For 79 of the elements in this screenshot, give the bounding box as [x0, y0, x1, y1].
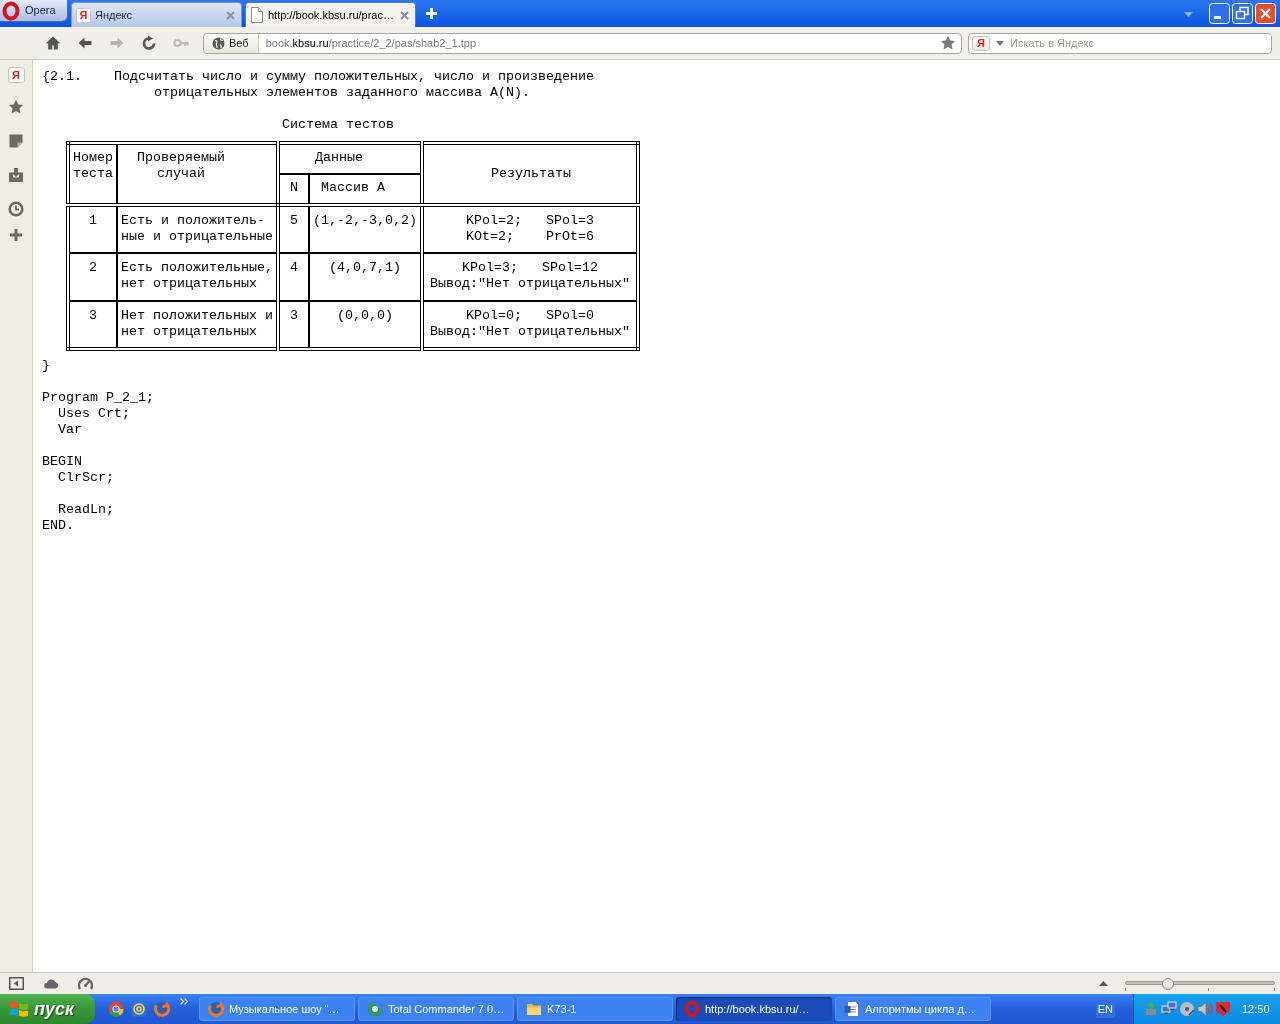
column-header: N — [278, 174, 309, 205]
document-icon — [844, 1001, 860, 1017]
column-header: Номер теста — [68, 143, 117, 205]
url-field[interactable]: book.kbsu.ru/practice/2_2/pas/shab2_1.tpp — [265, 34, 940, 52]
logo-badge[interactable]: Я — [7, 67, 25, 83]
table-cell: 4 — [278, 253, 309, 301]
closing-brace: } — [42, 358, 50, 374]
column-header: Данные — [278, 143, 422, 174]
code-line: END. — [42, 518, 74, 534]
flag-icon — [9, 999, 29, 1019]
table-title: Система тестов — [281, 117, 394, 133]
minimize-icon[interactable] — [1209, 3, 1230, 24]
column-header: Проверяемый случай — [117, 143, 278, 205]
web-mode-button[interactable]: Веб — [204, 33, 259, 53]
reload-icon[interactable] — [141, 35, 157, 51]
slider-thumb[interactable] — [1162, 977, 1175, 990]
shield-icon[interactable] — [1215, 1001, 1231, 1017]
logo-icon — [684, 1001, 700, 1017]
clock-icon[interactable] — [8, 201, 24, 217]
bookmark-star-icon[interactable] — [940, 35, 956, 51]
taskbar-button[interactable]: K73-1 — [517, 997, 673, 1021]
add-icon[interactable] — [10, 229, 22, 241]
close-icon[interactable] — [226, 10, 235, 20]
restore-icon[interactable] — [1232, 3, 1253, 24]
back-icon[interactable] — [77, 35, 93, 51]
logo-icon — [2, 0, 20, 21]
task-text: Подсчитать число и сумму положительных, число и произведение отрицательных элементов заданного массива A(N). — [114, 69, 594, 101]
note-icon[interactable] — [8, 133, 24, 149]
table-cell: Есть и положитель- ные и отрицательные — [117, 205, 278, 253]
task-number: {2.1. — [42, 69, 82, 85]
table-cell: 2 — [68, 253, 117, 301]
page-icon — [250, 7, 264, 23]
globe-icon — [208, 1001, 224, 1017]
code-line: ClrScr; — [58, 470, 114, 486]
caret-icon[interactable] — [996, 40, 1004, 46]
code-line: Uses Crt; — [58, 406, 130, 422]
gauge-icon[interactable] — [78, 977, 93, 990]
logo-badge: Я — [76, 7, 91, 23]
code-line: BEGIN — [42, 454, 82, 470]
table-cell: Есть положительные, нет отрицательных — [117, 253, 278, 301]
new-tab-icon[interactable] — [425, 7, 438, 20]
code-line: Var — [58, 422, 82, 438]
cloud-icon[interactable] — [44, 978, 59, 989]
up-arrow-icon[interactable] — [1099, 981, 1108, 986]
zoom-slider[interactable] — [1125, 976, 1275, 991]
ring-icon[interactable] — [131, 1001, 147, 1017]
table-cell: 5 — [278, 205, 309, 253]
star-icon[interactable] — [8, 99, 24, 115]
code-line: Program P_2_1; — [42, 390, 154, 406]
search-field[interactable]: Я Искать в Яндекс — [968, 32, 1272, 54]
language-indicator[interactable]: EN — [1095, 1000, 1115, 1018]
taskbar-button[interactable]: http://book.kbsu.ru/… — [676, 997, 832, 1021]
logo-badge[interactable]: Я — [972, 35, 990, 51]
chevron-icon[interactable] — [180, 998, 188, 1005]
start-button[interactable]: пуск — [0, 994, 95, 1024]
code-line: ReadLn; — [58, 502, 114, 518]
browser-tab[interactable]: http://book.kbsu.ru/prac… — [245, 2, 416, 27]
browser-tab[interactable]: Я Яндекс — [71, 2, 242, 27]
caret-icon[interactable] — [1184, 12, 1193, 17]
menu-button[interactable]: Opera — [0, 0, 68, 22]
color-wheel-icon[interactable] — [108, 1001, 124, 1017]
download-icon[interactable] — [8, 167, 24, 183]
table-cell: (1,-2,-3,0,2) — [309, 205, 422, 253]
panel-toggle-icon[interactable] — [9, 977, 24, 990]
volume-icon[interactable] — [1197, 1001, 1213, 1017]
network-icon[interactable] — [1161, 1001, 1177, 1017]
disc-icon — [367, 1001, 383, 1017]
home-icon[interactable] — [45, 35, 61, 51]
folder-icon — [526, 1001, 542, 1017]
close-icon[interactable] — [400, 10, 409, 20]
column-header: Массив A — [309, 174, 422, 205]
globe-icon — [212, 36, 225, 50]
disc-icon[interactable] — [1179, 1001, 1195, 1017]
taskbar-button[interactable]: Алгоритмы цикла д… — [835, 997, 991, 1021]
taskbar-button[interactable]: Total Commander 7.0… — [358, 997, 514, 1021]
taskbar-button[interactable]: Музыкальное шоу “… — [199, 997, 355, 1021]
table-cell: 1 — [68, 205, 117, 253]
table-cell: (4,0,7,1) — [309, 253, 422, 301]
clock-text: 12:50 — [1242, 1001, 1270, 1017]
